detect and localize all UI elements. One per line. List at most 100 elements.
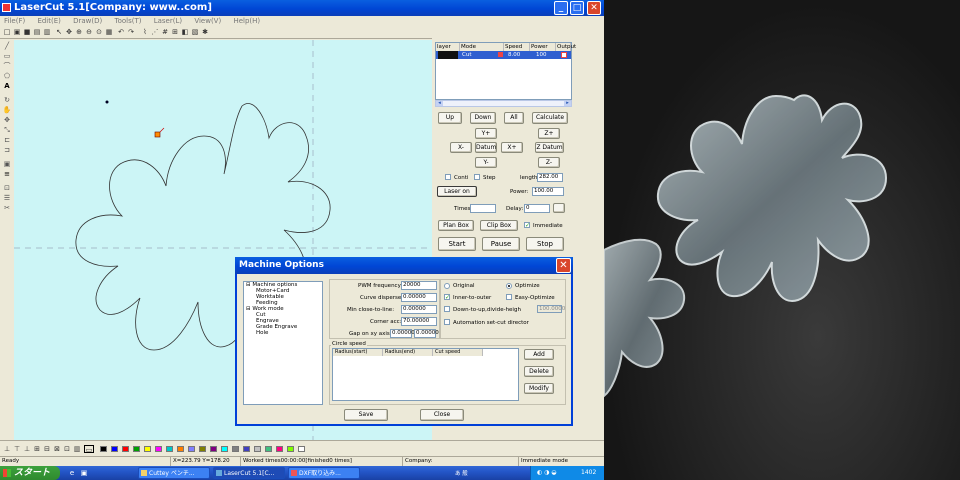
delete-button[interactable]: Delete: [524, 366, 554, 377]
mode-dropdown-icon[interactable]: [498, 52, 503, 57]
layer-row[interactable]: Cut 8.00 100: [436, 51, 571, 59]
output-checkbox[interactable]: [561, 52, 567, 58]
y-plus-button[interactable]: Y+: [475, 128, 497, 139]
menu-file[interactable]: File(F): [4, 16, 25, 26]
select-icon[interactable]: ↖: [55, 28, 63, 36]
rectangle-tool-icon[interactable]: ▭: [2, 52, 12, 61]
step-checkbox[interactable]: [474, 174, 480, 180]
scroll-left-icon[interactable]: ◂: [436, 101, 443, 106]
divide-height-input[interactable]: 100.0000: [537, 305, 565, 313]
scroll-right-icon[interactable]: ▸: [564, 101, 571, 106]
gap-y-input[interactable]: 0.00000: [414, 329, 439, 338]
color-swatch[interactable]: [298, 446, 305, 452]
delay-input[interactable]: 0: [524, 204, 550, 213]
menu-help[interactable]: Help(H): [233, 16, 260, 26]
page-icon[interactable]: ▦: [105, 28, 113, 36]
start-button-taskbar[interactable]: スタート: [0, 466, 60, 480]
rotate-tool-icon[interactable]: ↻: [2, 96, 12, 105]
x-minus-button[interactable]: X-: [450, 142, 472, 153]
ime-indicator[interactable]: あ 般: [455, 469, 468, 477]
plan-box-button[interactable]: Plan Box: [438, 220, 474, 231]
text-tool-icon[interactable]: A: [2, 82, 12, 91]
modify-button[interactable]: Modify: [524, 383, 554, 394]
group-icon[interactable]: ▣: [2, 160, 12, 169]
palette-tool-icon-1[interactable]: ⊥: [3, 445, 11, 453]
color-swatch[interactable]: [177, 446, 184, 452]
color-swatch[interactable]: [122, 446, 129, 452]
palette-tool-icon-8[interactable]: ▥: [73, 445, 81, 453]
line-tool-icon[interactable]: ╱: [2, 42, 12, 51]
color-swatch[interactable]: [265, 446, 272, 452]
redo-icon[interactable]: ↷: [127, 28, 135, 36]
down-to-up-checkbox[interactable]: [444, 306, 450, 312]
layer-scrollbar[interactable]: ◂ ▸: [435, 100, 572, 107]
z-datum-button[interactable]: Z Datum: [535, 142, 564, 153]
layer-all-button[interactable]: All: [504, 112, 524, 124]
open-icon[interactable]: ▣: [13, 28, 21, 36]
auto-cut-checkbox[interactable]: [444, 319, 450, 325]
polygon-tool-icon[interactable]: ⬠: [2, 72, 12, 81]
task-cuttey[interactable]: Cuttey ペンチ...: [138, 467, 210, 479]
new-icon[interactable]: □: [3, 28, 11, 36]
color-swatch[interactable]: [254, 446, 261, 452]
times-input[interactable]: [470, 204, 496, 213]
color-swatch[interactable]: [111, 446, 118, 452]
power-input[interactable]: 100.00: [532, 187, 564, 196]
task-lasercut[interactable]: LaserCut 5.1[C...: [213, 467, 285, 479]
mirror-icon[interactable]: ◧: [181, 28, 189, 36]
color-swatch[interactable]: [155, 446, 162, 452]
task-dxf[interactable]: DXF取り込み...: [288, 467, 360, 479]
color-swatch[interactable]: [100, 446, 107, 452]
zoom-in-icon[interactable]: ⊕: [75, 28, 83, 36]
clock[interactable]: 1402: [581, 466, 596, 480]
dialog-close-icon[interactable]: ✕: [556, 258, 571, 273]
desktop-quicklaunch-icon[interactable]: ▣: [80, 469, 88, 477]
cut-icon[interactable]: ✂: [2, 204, 12, 213]
palette-tool-icon-2[interactable]: ⊤: [13, 445, 21, 453]
menu-view[interactable]: View(V): [194, 16, 221, 26]
node-edit-icon[interactable]: ⋰: [151, 28, 159, 36]
layer-down-button[interactable]: Down: [470, 112, 496, 124]
palette-tool-icon-3[interactable]: ⊥: [23, 445, 31, 453]
center-icon[interactable]: ⊡: [2, 184, 12, 193]
color-swatch[interactable]: [243, 446, 250, 452]
maximize-button[interactable]: □: [570, 1, 584, 15]
dialog-close-button[interactable]: Close: [420, 409, 464, 421]
color-swatch[interactable]: [276, 446, 283, 452]
y-minus-button[interactable]: Y-: [475, 157, 497, 168]
add-button[interactable]: Add: [524, 349, 554, 360]
settings-icon[interactable]: ✱: [201, 28, 209, 36]
palette-tool-icon-5[interactable]: ⊟: [43, 445, 51, 453]
cut-path-icon[interactable]: ⌇: [141, 28, 149, 36]
ie-quicklaunch-icon[interactable]: e: [68, 469, 76, 477]
polyline-tool-icon[interactable]: ⌒: [2, 62, 12, 71]
align-right-icon[interactable]: ⊐: [2, 146, 12, 155]
gap-x-input[interactable]: 0.00000: [390, 329, 415, 338]
optimize-radio[interactable]: [506, 283, 512, 289]
circle-speed-table[interactable]: Radius(start) Radius(end) Cut speed: [332, 348, 519, 401]
min-close-input[interactable]: 0.00000: [401, 305, 437, 314]
menu-tools[interactable]: Tools(T): [115, 16, 142, 26]
palette-tool-icon-6[interactable]: ⊠: [53, 445, 61, 453]
x-plus-button[interactable]: X+: [501, 142, 523, 153]
stop-button[interactable]: Stop: [526, 237, 564, 251]
original-radio[interactable]: [444, 283, 450, 289]
color-swatch[interactable]: [221, 446, 228, 452]
start-button[interactable]: Start: [438, 237, 476, 251]
layers-icon[interactable]: ≡: [2, 170, 12, 179]
align-icon[interactable]: ▧: [191, 28, 199, 36]
delay-browse-button[interactable]: [553, 203, 565, 213]
clip-box-button[interactable]: Clip Box: [480, 220, 518, 231]
close-button[interactable]: ✕: [587, 1, 601, 15]
zoom-out-icon[interactable]: ⊖: [85, 28, 93, 36]
import-icon[interactable]: ▤: [33, 28, 41, 36]
pause-button[interactable]: Pause: [482, 237, 520, 251]
scale-tool-icon[interactable]: ⤡: [2, 126, 12, 135]
palette-tool-icon-4[interactable]: ⊞: [33, 445, 41, 453]
color-swatch[interactable]: [133, 446, 140, 452]
inner-to-outer-checkbox[interactable]: ✓: [444, 294, 450, 301]
z-minus-button[interactable]: Z-: [538, 157, 560, 168]
datum-button[interactable]: Datum: [475, 142, 497, 153]
color-swatch[interactable]: [210, 446, 217, 452]
export-icon[interactable]: ▥: [43, 28, 51, 36]
